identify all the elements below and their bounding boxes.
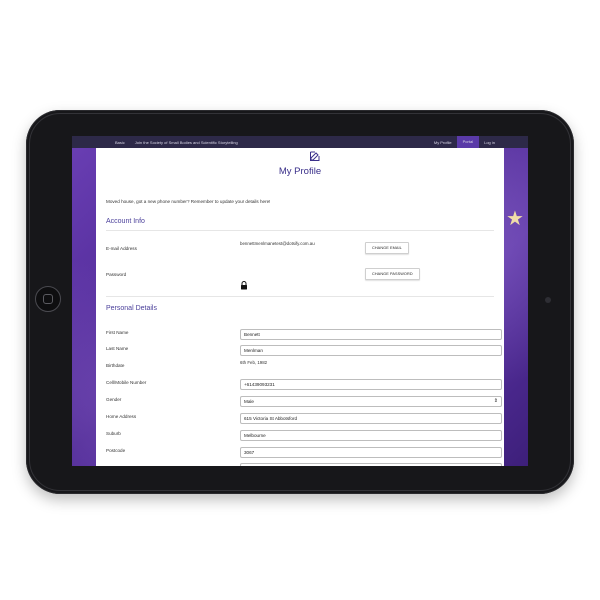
gender-select[interactable]: Male ⇕ (240, 396, 502, 407)
top-navigation: Basic Join the Society of Small Bodies a… (72, 136, 528, 148)
star-icon: ★ (506, 208, 524, 230)
change-email-button[interactable]: CHANGE EMAIL (365, 242, 409, 254)
account-info-heading: Account Info (106, 218, 145, 225)
app-screen: ★ Basic Join the Society of Small Bodies… (72, 136, 528, 466)
first-name-input[interactable]: Bennett (240, 329, 502, 340)
nav-item-login[interactable]: Log in (479, 140, 500, 145)
divider (106, 296, 494, 297)
select-arrows-icon: ⇕ (493, 398, 498, 404)
gender-label: Gender (106, 397, 122, 402)
postcode-label: Postcode (106, 448, 126, 453)
camera-icon (545, 297, 551, 303)
email-value: bennettmenlmanetest@dotsify.com.au (240, 241, 315, 246)
last-name-input[interactable]: Menlman (240, 345, 502, 356)
intro-text: Moved house, got a new phone number? Rem… (106, 199, 271, 204)
lock-icon (241, 281, 247, 290)
nav-item-basic[interactable]: Basic (110, 140, 130, 145)
password-label: Password (106, 272, 127, 277)
profile-panel: My Profile Moved house, got a new phone … (96, 148, 504, 466)
last-name-label: Last Name (106, 346, 129, 351)
page-title: My Profile (278, 166, 322, 177)
postcode-input[interactable]: 3067 (240, 447, 502, 458)
nav-item-join[interactable]: Join the Society of Small Bodies and Sci… (130, 140, 243, 145)
suburb-input[interactable]: Melbourne (240, 430, 502, 441)
nav-item-my-profile[interactable]: My Profile (429, 140, 457, 145)
gender-selected-value: Male (244, 399, 254, 404)
divider (106, 230, 494, 231)
suburb-label: Suburb (106, 431, 121, 436)
nav-item-portal[interactable]: Portal (456, 136, 480, 148)
next-field-input[interactable] (240, 463, 502, 466)
home-button[interactable] (35, 286, 61, 312)
birthdate-value: 6th Feb, 1982 (240, 360, 268, 365)
first-name-label: First Name (106, 330, 129, 335)
personal-details-heading: Personal Details (106, 305, 157, 312)
home-square-icon (43, 294, 53, 304)
mobile-input[interactable]: +61439093231 (240, 379, 502, 390)
edit-icon (310, 151, 320, 161)
change-password-button[interactable]: CHANGE PASSWORD (365, 268, 420, 280)
address-input[interactable]: 615 Victoria St Abbotsford (240, 413, 502, 424)
email-label: E-mail Address (106, 246, 137, 251)
birthdate-label: Birthdate (106, 363, 125, 368)
address-label: Home Address (106, 414, 137, 419)
mobile-label: Cell/Mobile Number (106, 380, 147, 385)
